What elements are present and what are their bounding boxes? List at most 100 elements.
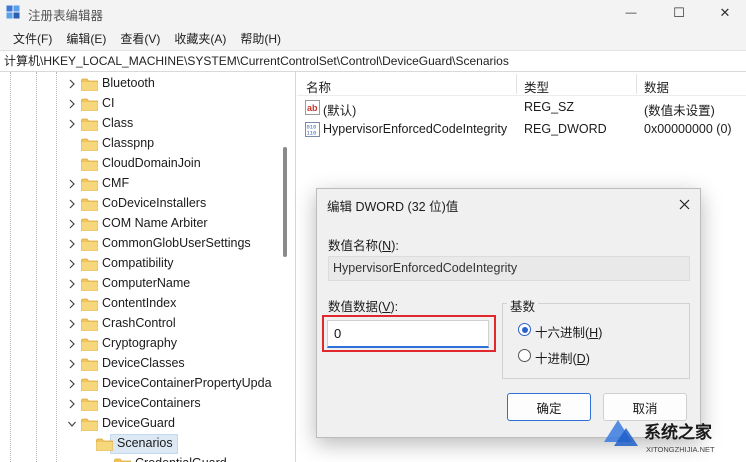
chevron-right-icon[interactable] [67,398,77,410]
tree-item-label: DeviceGuard [102,416,175,430]
tree-item-label: CommonGlobUserSettings [102,236,251,250]
tree-item[interactable]: Compatibility [0,254,282,274]
value-name: (默认) [323,104,357,118]
tree-item[interactable]: DeviceContainers [0,394,282,414]
column-separator[interactable] [516,74,517,94]
chevron-right-icon[interactable] [67,198,77,210]
chevron-right-icon[interactable] [67,178,77,190]
folder-icon [81,178,98,191]
chevron-right-icon[interactable] [67,258,77,270]
value-row-default[interactable]: ab (默认) REG_SZ (数值未设置) [297,97,746,119]
chevron-down-icon[interactable] [67,418,77,430]
tree-item-label: DeviceClasses [102,356,185,370]
radio-hexadecimal[interactable]: 十六进制(H) [518,321,628,340]
menu-view[interactable]: 查看(V) [113,30,167,47]
tree-item[interactable]: Cryptography [0,334,282,354]
tree-item-label: Scenarios [117,436,173,450]
tree-item[interactable]: Classpnp [0,134,282,154]
value-data: 0x00000000 (0) [644,122,732,136]
chevron-right-icon[interactable] [67,298,77,310]
ok-button[interactable]: 确定 [507,393,591,421]
tree-item[interactable]: DeviceClasses [0,354,282,374]
tree-item-label: CrashControl [102,316,176,330]
tree-item-label: Cryptography [102,336,178,350]
folder-icon [81,298,98,311]
tree-item-label: CoDeviceInstallers [102,196,207,210]
folder-icon [81,378,98,391]
folder-icon [81,338,98,351]
radio-hex-indicator[interactable] [518,323,531,336]
chevron-right-icon[interactable] [67,318,77,330]
menu-favorites[interactable]: 收藏夹(A) [167,30,233,47]
address-bar[interactable]: 计算机\HKEY_LOCAL_MACHINE\SYSTEM\CurrentCon… [0,50,746,72]
tree-item[interactable]: DeviceContainerPropertyUpda [0,374,282,394]
tree-item-label: Compatibility [102,256,174,270]
tree-item-label: CloudDomainJoin [102,156,201,170]
value-type: REG_SZ [524,100,575,114]
radio-dec-indicator[interactable] [518,349,531,362]
tree-item[interactable]: CoDeviceInstallers [0,194,282,214]
tree-item[interactable]: Class [0,114,282,134]
folder-icon [81,238,98,251]
value-row-hvci[interactable]: 010 110 HypervisorEnforcedCodeIntegrity … [297,119,746,141]
menu-help[interactable]: 帮助(H) [233,30,288,47]
edit-dword-dialog: 编辑 DWORD (32 位)值 数值名称(N): HypervisorEnfo… [316,188,701,438]
radio-dec-label: 十进制(D) [535,352,590,366]
tree-item-label: CI [102,96,115,110]
column-name-header[interactable]: 名称 [306,77,331,96]
folder-open-icon [96,438,113,451]
chevron-right-icon[interactable] [67,78,77,90]
dialog-close-button[interactable] [674,194,694,214]
tree-item[interactable]: ContentIndex [0,294,282,314]
chevron-right-icon[interactable] [67,118,77,130]
chevron-right-icon[interactable] [67,358,77,370]
column-type-header[interactable]: 类型 [524,77,549,96]
tree-item[interactable]: CMF [0,174,282,194]
close-icon: ✕ [719,5,731,20]
tree-item-label: ComputerName [102,276,191,290]
svg-text:XITONGZHIJIA.NET: XITONGZHIJIA.NET [646,445,715,454]
menu-edit[interactable]: 编辑(E) [59,30,113,47]
folder-icon [81,418,98,431]
tree-item[interactable]: COM Name Arbiter [0,214,282,234]
tree-item[interactable]: CI [0,94,282,114]
column-data-header[interactable]: 数据 [644,77,669,96]
folder-icon [81,198,98,211]
tree-item-partial[interactable]: CredentialGuard [0,454,282,462]
tree-scrollbar-thumb[interactable] [283,147,287,257]
chevron-right-icon[interactable] [67,338,77,350]
chevron-right-icon[interactable] [67,218,77,230]
column-separator[interactable] [636,74,637,94]
tree-item[interactable]: CloudDomainJoin [0,154,282,174]
tree-item-label: COM Name Arbiter [102,216,208,230]
highlight-box [322,315,496,352]
string-value-icon: ab [305,100,320,115]
tree-item-label: ContentIndex [102,296,177,310]
tree-item[interactable]: ComputerName [0,274,282,294]
tree-item[interactable]: Bluetooth [0,74,282,94]
radio-decimal[interactable]: 十进制(D) [518,347,628,366]
minimize-button[interactable]: — [608,0,654,26]
tree-item-label: DeviceContainers [102,396,201,410]
tree-item-label: Classpnp [102,136,155,150]
tree-item-selected[interactable]: Scenarios [0,434,282,454]
tree-item[interactable]: CrashControl [0,314,282,334]
value-name-label: 数值名称(N): [328,239,399,253]
chevron-right-icon[interactable] [67,238,77,250]
close-icon [679,199,689,209]
svg-text:ab: ab [307,103,318,113]
close-window-button[interactable]: ✕ [702,0,746,26]
menu-file[interactable]: 文件(F) [6,30,59,47]
registry-tree: Bluetooth CI Class Classpnp CloudDomainJoin C… [0,72,296,462]
tree-item[interactable]: CommonGlobUserSettings [0,234,282,254]
window-title: 注册表编辑器 [28,9,104,23]
chevron-right-icon[interactable] [67,278,77,290]
chevron-right-icon[interactable] [67,378,77,390]
folder-icon [81,118,98,131]
folder-icon [81,318,98,331]
value-data: (数值未设置) [644,104,715,118]
tree-item[interactable]: DeviceGuard [0,414,282,434]
regedit-app-icon [6,5,20,19]
maximize-button[interactable]: ☐ [656,0,702,26]
chevron-right-icon[interactable] [67,98,77,110]
